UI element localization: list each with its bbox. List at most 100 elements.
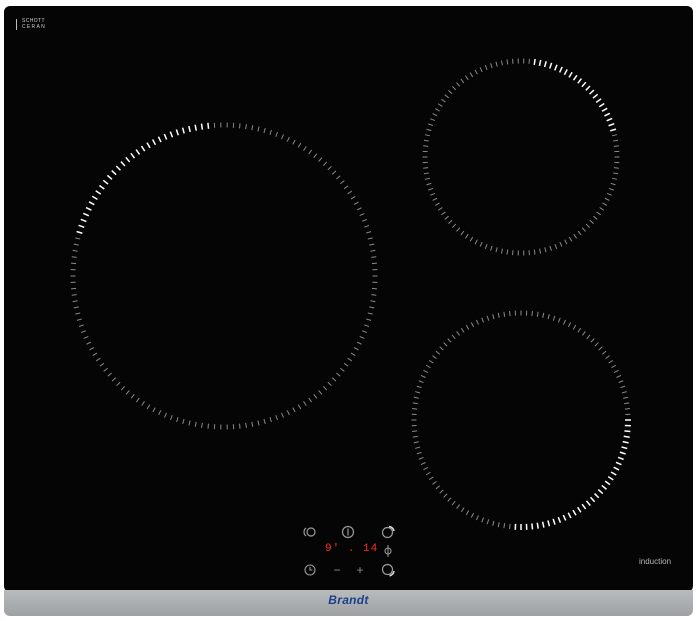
zone-tick-mark — [103, 367, 108, 372]
zone-tick-mark — [448, 219, 453, 224]
zone-tick-mark — [592, 93, 599, 99]
zone-tick-mark — [125, 156, 131, 163]
zone-tick-mark — [78, 224, 85, 229]
zone-tick-mark — [624, 408, 630, 410]
zone-tick-mark — [503, 311, 506, 317]
zone-tick-mark — [599, 207, 605, 211]
zone-tick-mark — [364, 225, 370, 228]
zone-tick-mark — [366, 231, 372, 234]
zone-tick-mark — [589, 219, 594, 224]
zone-tick-mark — [577, 78, 583, 84]
zone-tick-mark — [615, 461, 622, 466]
zone-select-left-icon[interactable] — [381, 544, 395, 558]
zone-tick-mark — [152, 407, 156, 413]
zone-tick-mark — [361, 330, 367, 333]
zone-tick-mark — [500, 248, 503, 254]
zone-tick-mark — [367, 312, 373, 315]
zone-tick-mark — [369, 306, 375, 309]
timer-icon[interactable] — [303, 563, 317, 577]
zone-tick-mark — [194, 124, 198, 131]
zone-tick-mark — [617, 456, 624, 461]
zone-tick-mark — [598, 346, 603, 351]
zone-tick-mark — [125, 390, 130, 395]
zone-tick-mark — [503, 523, 506, 529]
zone-tick-mark — [484, 65, 488, 71]
zone-tick-mark — [292, 139, 296, 145]
bridge-zone-icon[interactable] — [302, 525, 316, 539]
zone-tick-mark — [371, 256, 377, 258]
zone-tick-mark — [490, 245, 493, 251]
zone-tick-mark — [106, 174, 113, 180]
zone-tick-mark — [297, 404, 302, 410]
zone-tick-mark — [544, 247, 547, 253]
zone-tick-mark — [585, 85, 591, 91]
zone-tick-mark — [194, 421, 197, 427]
zone-tick-mark — [415, 391, 421, 394]
zone-tick-mark — [624, 402, 630, 405]
zone-tick-mark — [563, 319, 566, 325]
zone-tick-mark — [201, 422, 203, 428]
zone-tick-mark — [573, 233, 578, 239]
zone-tick-mark — [624, 430, 631, 433]
zone-tick-mark — [448, 90, 453, 95]
zone-tick-mark — [589, 89, 595, 95]
zone-tick-mark — [85, 206, 92, 211]
zone-tick-mark — [594, 342, 599, 347]
power-icon[interactable] — [341, 525, 355, 539]
zone-tick-mark — [336, 175, 341, 180]
zone-tick-mark — [71, 256, 77, 258]
zone-tick-mark — [428, 359, 434, 364]
zone-tick-mark — [456, 331, 460, 336]
zone-tick-mark — [621, 446, 628, 450]
zone-tick-mark — [318, 390, 323, 395]
zone-tick-mark — [412, 402, 418, 405]
plus-button[interactable]: + — [354, 564, 366, 576]
zone-tick-mark — [239, 423, 241, 429]
zone-tick-mark — [327, 165, 332, 171]
zone-tick-mark — [269, 129, 272, 135]
zone-select-top-right-icon[interactable] — [381, 525, 395, 539]
cooking-zone-small[interactable] — [422, 58, 620, 256]
zone-tick-mark — [606, 117, 613, 122]
minus-button[interactable]: − — [331, 564, 343, 576]
zone-tick-mark — [460, 507, 465, 513]
zone-tick-mark — [552, 315, 556, 321]
zone-tick-mark — [602, 202, 608, 206]
zone-tick-mark — [613, 139, 619, 142]
zone-tick-mark — [613, 466, 620, 471]
zone-tick-mark — [610, 182, 616, 186]
zone-tick-mark — [434, 108, 440, 112]
zone-tick-mark — [86, 341, 92, 345]
zone-tick-mark — [340, 180, 345, 185]
zone-tick-mark — [370, 300, 376, 303]
zone-tick-mark — [418, 380, 424, 384]
zone-tick-mark — [577, 327, 582, 333]
zone-tick-mark — [73, 306, 79, 309]
zone-tick-mark — [188, 420, 191, 426]
zone-tick-mark — [424, 177, 431, 180]
zone-tick-mark — [71, 294, 77, 296]
zone-tick-mark — [164, 412, 167, 418]
zone-tick-mark — [432, 113, 438, 117]
zone-tick-mark — [181, 127, 185, 134]
zone-tick-mark — [170, 415, 173, 421]
zone-tick-mark — [432, 355, 437, 359]
cooking-zone-large[interactable] — [70, 122, 378, 430]
zone-tick-mark — [107, 372, 112, 377]
zone-tick-mark — [564, 239, 568, 245]
zone-select-bottom-right-icon[interactable] — [381, 563, 395, 577]
zone-tick-mark — [486, 315, 490, 321]
zone-tick-mark — [115, 165, 121, 171]
zone-tick-mark — [428, 476, 434, 481]
zone-tick-mark — [543, 61, 547, 68]
zone-tick-mark — [451, 223, 457, 228]
zone-tick-mark — [343, 185, 349, 190]
zone-tick-mark — [182, 418, 185, 424]
zone-tick-mark — [464, 233, 469, 239]
zone-tick-mark — [606, 192, 612, 196]
zone-tick-mark — [331, 377, 337, 382]
zone-tick-mark — [464, 75, 469, 81]
zone-tick-mark — [460, 327, 465, 333]
cooking-zone-medium[interactable] — [411, 310, 632, 531]
zone-tick-mark — [531, 311, 533, 317]
